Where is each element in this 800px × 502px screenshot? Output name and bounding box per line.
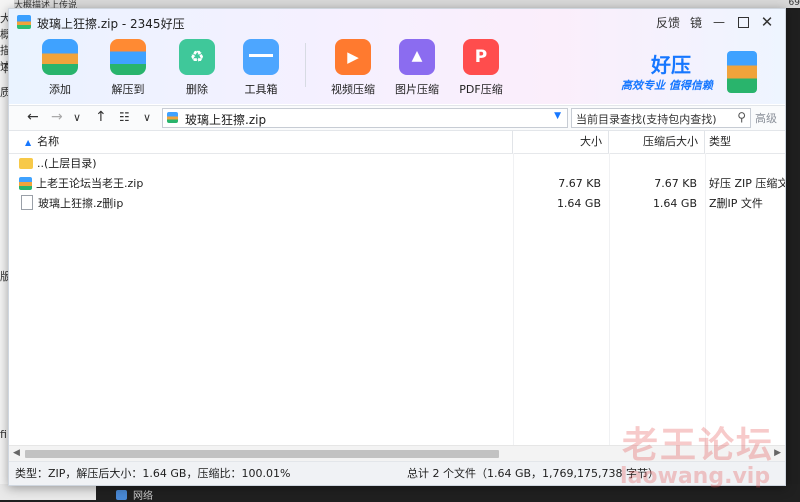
view-mode-icon[interactable]: ☷ <box>119 110 130 124</box>
scroll-right-icon[interactable]: ▶ <box>774 448 781 458</box>
background-text-right: 69 <box>788 0 800 8</box>
row-name: 玻璃上狂擦.z删ip <box>19 194 509 214</box>
row-type: Z删IP 文件 <box>709 197 763 210</box>
background-text: 大概描述上传说 <box>14 1 78 8</box>
address-bar[interactable]: 玻璃上狂擦.zip ▼ <box>162 108 568 128</box>
title-bar[interactable]: 玻璃上狂擦.zip - 2345好压 反馈 镜 — ✕ <box>9 9 785 35</box>
minimize-icon: — <box>713 15 725 29</box>
column-size[interactable]: 大小 <box>513 131 609 153</box>
view-mode-dropdown-icon[interactable]: ∨ <box>143 111 151 124</box>
window-controls: 反馈 镜 — ✕ <box>651 11 779 33</box>
table-row[interactable]: 玻璃上狂擦.z删ip 1.64 GB 1.64 GB Z删IP 文件 <box>9 194 785 214</box>
video-compress-button[interactable]: 视频压缩 <box>323 37 383 97</box>
search-icon[interactable]: ⚲ <box>737 110 746 124</box>
toolbar-divider <box>305 43 306 87</box>
row-name: ..(上层目录) <box>19 154 509 174</box>
pdf-compress-label: PDF压缩 <box>459 83 503 96</box>
app-icon <box>17 15 31 29</box>
toolbox-button[interactable]: 工具箱 <box>231 37 291 97</box>
maximize-button[interactable] <box>731 11 755 33</box>
pdf-compress-button[interactable]: PDF压缩 <box>451 37 511 97</box>
table-row[interactable]: ..(上层目录) <box>9 154 785 174</box>
recycle-delete-icon <box>179 39 215 75</box>
brand-logo: 好压 高效专业 值得信赖 <box>621 49 757 97</box>
row-packed-size: 7.67 KB <box>654 177 697 190</box>
row-name: 上老王论坛当老王.zip <box>19 174 509 194</box>
watermark-text: 老王论坛 <box>622 425 775 466</box>
extract-to-icon <box>110 39 146 75</box>
delete-button[interactable]: 删除 <box>167 37 227 97</box>
sort-up-icon: ▲ <box>25 138 32 147</box>
close-icon: ✕ <box>760 13 774 31</box>
video-compress-icon <box>335 39 371 75</box>
column-packed-size[interactable]: 压缩后大小 <box>609 131 705 153</box>
extract-to-button[interactable]: 解压到 <box>98 37 158 97</box>
video-compress-label: 视频压缩 <box>331 83 375 96</box>
archive-window: 玻璃上狂擦.zip - 2345好压 反馈 镜 — ✕ 添加 解压到 删除 <box>8 8 786 486</box>
brand-name: 好压 <box>651 53 691 77</box>
zip-file-icon <box>19 177 32 190</box>
row-type: 好压 ZIP 压缩文 <box>709 177 785 190</box>
navigation-bar: ← → ∨ ↑ ☷ ∨ 玻璃上狂擦.zip ▼ 当前目录查找(支持包内查找) ⚲… <box>9 105 785 131</box>
toolbox-icon <box>243 39 279 75</box>
scrollbar-thumb[interactable] <box>25 450 499 458</box>
zip-file-icon <box>167 112 178 123</box>
column-name-label: 名称 <box>37 135 60 148</box>
close-button[interactable]: ✕ <box>755 11 779 33</box>
pdf-compress-icon <box>463 39 499 75</box>
brand-logo-icon <box>727 51 757 93</box>
background-text: fi <box>0 428 7 441</box>
brand-slogan: 高效专业 值得信赖 <box>621 79 713 92</box>
search-placeholder: 当前目录查找(支持包内查找) <box>576 113 717 126</box>
column-name[interactable]: ▲ 名称 <box>9 131 513 153</box>
row-size: 1.64 GB <box>556 197 601 210</box>
row-packed-size: 1.64 GB <box>652 197 697 210</box>
background-window-top: 大概描述上传说 69 <box>14 0 800 8</box>
header: 玻璃上狂擦.zip - 2345好压 反馈 镜 — ✕ 添加 解压到 删除 <box>9 9 785 104</box>
skin-button[interactable]: 镜 <box>685 11 707 33</box>
history-dropdown-icon[interactable]: ∨ <box>73 111 81 124</box>
address-dropdown-icon[interactable]: ▼ <box>554 111 561 121</box>
file-list-header: ▲ 名称 大小 压缩后大小 类型 <box>9 131 785 154</box>
address-path: 玻璃上狂擦.zip <box>185 113 267 127</box>
row-name-text: 玻璃上狂擦.z删ip <box>38 197 124 210</box>
toolbox-label: 工具箱 <box>244 83 278 96</box>
back-arrow-icon[interactable]: ← <box>27 109 39 125</box>
document-icon <box>21 195 33 210</box>
status-archive-info: 类型：ZIP，解压后大小：1.64 GB，压缩比：100.01% <box>15 467 291 480</box>
table-row[interactable]: 上老王论坛当老王.zip 7.67 KB 7.67 KB 好压 ZIP 压缩文 <box>9 174 785 194</box>
advanced-search-button[interactable]: 高级 <box>755 110 777 126</box>
extract-to-label: 解压到 <box>111 83 145 96</box>
image-compress-icon <box>399 39 435 75</box>
file-list: ▲ 名称 大小 压缩后大小 类型 ..(上层目录) 上老王论坛当老王.zip 7.… <box>9 131 785 459</box>
up-arrow-icon[interactable]: ↑ <box>95 109 107 125</box>
maximize-icon <box>737 16 749 28</box>
delete-label: 删除 <box>186 83 208 96</box>
forward-arrow-icon[interactable]: → <box>51 109 63 125</box>
minimize-button[interactable]: — <box>707 11 731 33</box>
column-type[interactable]: 类型 <box>705 131 785 153</box>
folder-icon <box>19 158 33 169</box>
image-compress-label: 图片压缩 <box>395 83 439 96</box>
watermark-url: laowang.vip <box>620 464 771 489</box>
add-archive-icon <box>42 39 78 75</box>
search-input[interactable]: 当前目录查找(支持包内查找) ⚲ <box>571 108 751 128</box>
scroll-left-icon[interactable]: ◀ <box>13 448 20 458</box>
add-button[interactable]: 添加 <box>30 37 90 97</box>
window-title: 玻璃上狂擦.zip - 2345好压 <box>37 17 185 31</box>
row-name-text: 上老王论坛当老王.zip <box>36 177 144 190</box>
feedback-button[interactable]: 反馈 <box>651 11 685 33</box>
image-compress-button[interactable]: 图片压缩 <box>387 37 447 97</box>
network-icon <box>116 489 127 500</box>
background-panel <box>0 484 96 500</box>
row-size: 7.67 KB <box>558 177 601 190</box>
row-name-text: ..(上层目录) <box>37 157 97 170</box>
add-label: 添加 <box>49 83 71 96</box>
